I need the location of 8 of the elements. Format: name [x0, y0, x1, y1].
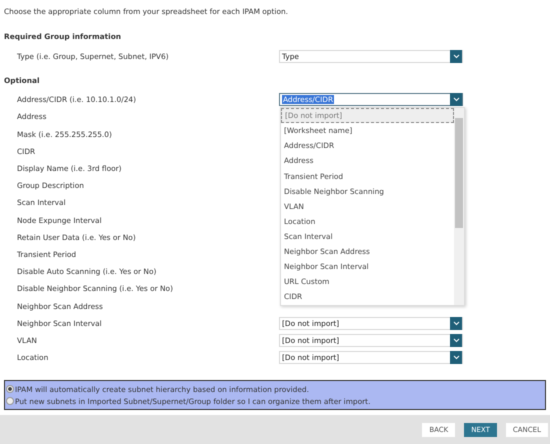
- chevron-down-icon[interactable]: [450, 93, 462, 106]
- chevron-down-icon[interactable]: [450, 334, 462, 347]
- chevron-down-icon[interactable]: [450, 351, 462, 364]
- chevron-down-icon[interactable]: [450, 50, 462, 64]
- radio-button[interactable]: [6, 397, 14, 406]
- chevron-down-icon[interactable]: [450, 316, 462, 330]
- scrollbar[interactable]: [454, 108, 464, 306]
- radio-button[interactable]: [6, 385, 14, 394]
